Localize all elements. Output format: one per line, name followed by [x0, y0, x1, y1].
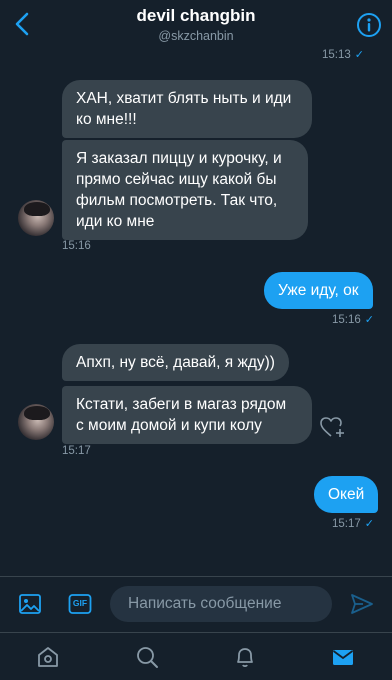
gif-button[interactable]: GIF [68, 592, 92, 616]
tab-home[interactable] [36, 645, 60, 669]
message-text: Я заказал пиццу и курочку, и прямо сейча… [76, 150, 282, 230]
avatar[interactable] [18, 404, 54, 440]
like-button[interactable] [320, 416, 346, 440]
read-check-icon: ✓ [364, 314, 374, 326]
message-timestamp: 15:17 ✓ [332, 518, 374, 530]
incoming-message[interactable]: Кстати, забеги в магаз рядом с моим домо… [62, 386, 312, 444]
message-text: ХАН, хватит блять ныть и иди ко мне!!! [76, 90, 292, 128]
message-text: Кстати, забеги в магаз рядом с моим домо… [76, 396, 287, 434]
outgoing-message[interactable]: Уже иду, ок [264, 272, 373, 309]
message-timestamp: 15:16 ✓ [332, 314, 374, 326]
conversation-title[interactable]: devil changbin [0, 6, 392, 26]
message-timestamp: 15:16 [62, 240, 91, 252]
search-icon [137, 647, 158, 668]
tab-messages[interactable] [331, 645, 355, 669]
message-text: Окей [328, 486, 365, 503]
gif-label: GIF [72, 598, 88, 608]
messages-icon [332, 650, 354, 665]
tab-notifications[interactable] [233, 645, 257, 669]
notifications-icon [237, 648, 253, 668]
message-text: Уже иду, ок [278, 282, 359, 299]
incoming-message[interactable]: ХАН, хватит блять ныть и иди ко мне!!! [62, 80, 312, 138]
message-timestamp: 15:17 [62, 445, 91, 457]
incoming-message[interactable]: Я заказал пиццу и курочку, и прямо сейча… [62, 140, 308, 240]
bottom-tab-bar [0, 632, 392, 680]
message-input[interactable]: Написать сообщение [110, 586, 332, 622]
message-composer: GIF Написать сообщение [0, 576, 392, 632]
home-icon [38, 647, 58, 667]
message-timestamp: 15:13 ✓ [322, 49, 364, 61]
heart-plus-icon [320, 417, 344, 437]
conversation-header: devil changbin @skzchanbin [0, 0, 392, 48]
send-button[interactable] [350, 593, 374, 615]
incoming-message[interactable]: Апхп, ну всё, давай, я жду)) [62, 344, 289, 381]
image-icon [19, 594, 41, 614]
conversation-handle[interactable]: @skzchanbin [0, 29, 392, 43]
read-check-icon: ✓ [354, 49, 364, 61]
image-button[interactable] [18, 592, 42, 616]
tab-search[interactable] [135, 645, 159, 669]
avatar[interactable] [18, 200, 54, 236]
info-button[interactable] [356, 12, 382, 38]
read-check-icon: ✓ [364, 518, 374, 530]
message-text: Апхп, ну всё, давай, я жду)) [76, 354, 275, 371]
outgoing-message[interactable]: Окей [314, 476, 379, 513]
send-icon [351, 594, 373, 614]
info-icon [357, 13, 381, 37]
